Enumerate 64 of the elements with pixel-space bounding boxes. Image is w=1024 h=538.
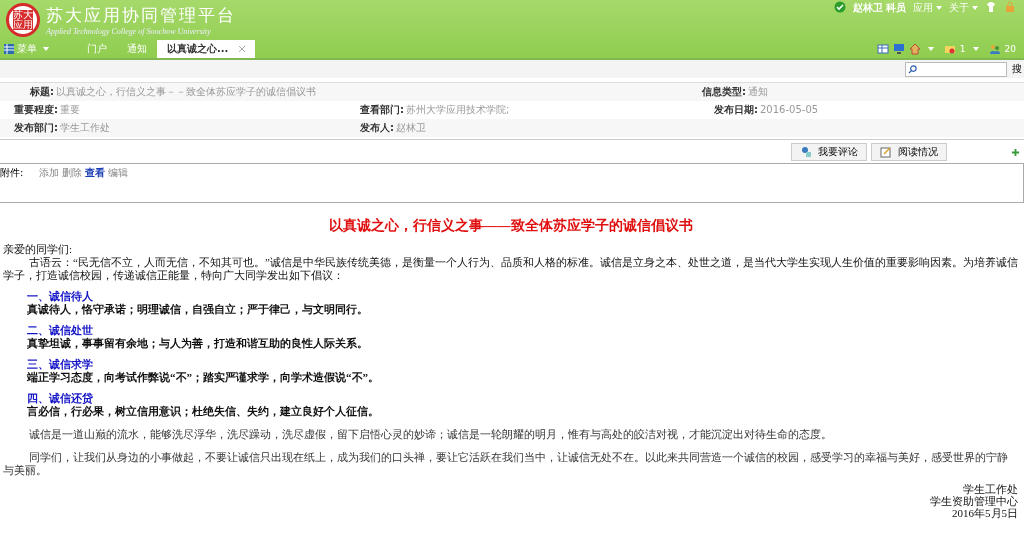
comment-icon <box>800 146 812 158</box>
article-title: 以真诚之心，行信义之事——致全体苏应学子的诚信倡议书 <box>327 217 694 235</box>
table-icon[interactable] <box>876 43 889 55</box>
caret-icon[interactable] <box>972 6 978 10</box>
section-heading: 四、诚信还贷 <box>27 392 93 405</box>
close-icon[interactable] <box>239 46 246 52</box>
online-count: 20 <box>1004 44 1016 54</box>
field-label: 查看部门: <box>360 104 404 115</box>
attachment-link[interactable]: 删除 <box>62 166 82 180</box>
caret-icon[interactable] <box>927 47 934 51</box>
section-heading: 三、诚信求学 <box>27 358 94 371</box>
shirt-icon[interactable] <box>985 1 997 13</box>
search-icon <box>908 64 917 74</box>
app-subtitle: Applied Technology College of Soochow University <box>46 27 212 36</box>
lock-icon[interactable] <box>1004 1 1016 13</box>
field-label: 标题: <box>30 86 54 97</box>
check-icon[interactable] <box>833 1 846 13</box>
paragraph: 诚信是一道山巅的流水，能够洗尽浮华，洗尽躁动，洗尽虚假，留下启悟心灵的妙谛；诚信是一轮朗耀的明月，惟有与高处的皎洁对视，才能沉淀出对待生命的态度。 <box>28 428 833 441</box>
attachment-link[interactable]: 编辑 <box>108 166 128 180</box>
section-text: 真挚坦诚，事事留有余地；与人为善，打造和谐互助的良性人际关系。 <box>27 337 369 350</box>
field-value: 苏州大学应用技术学院; <box>406 104 510 115</box>
field-value: 学生工作处 <box>60 122 110 133</box>
section-text: 真诚待人，恪守承诺；明理诚信，自强自立；严于律己，与文明同行。 <box>27 303 369 316</box>
edit-icon <box>880 146 892 158</box>
caret-icon[interactable] <box>43 47 49 51</box>
section-text: 言必信，行必果，树立信用意识；杜绝失信、失约，建立良好个人征信。 <box>27 405 380 418</box>
attachment-link[interactable]: 查看 <box>85 166 105 180</box>
signature-line: 学生资助管理中心 <box>930 495 1018 507</box>
monitor-icon[interactable] <box>892 43 905 55</box>
field-label: 信息类型: <box>702 86 746 97</box>
action-button[interactable]: 阅读情况 <box>871 143 947 161</box>
nav-tab[interactable]: 以真诚之心... <box>157 40 256 58</box>
logo-icon: 苏大应用 <box>6 3 40 37</box>
field-label: 附件: <box>0 166 25 180</box>
section-text: 端正学习态度，向考试作弊说“不”；踏实严谨求学，向学术造假说“不”。 <box>27 371 380 384</box>
mail-count: 1 <box>959 44 966 54</box>
caret-icon[interactable] <box>972 47 979 51</box>
field-value: 以真诚之心，行信义之事－－致全体苏应学子的诚信倡议书 <box>56 86 316 97</box>
grid-icon <box>4 44 14 54</box>
greeting: 亲爱的同学们: <box>3 243 74 256</box>
app-title: 苏大应用协同管理平台 <box>46 4 236 27</box>
section-heading: 一、诚信待人 <box>27 290 94 303</box>
field-label: 发布部门: <box>14 122 58 133</box>
caret-icon[interactable] <box>936 6 942 10</box>
field-value: 重要 <box>60 104 80 115</box>
home-icon[interactable] <box>908 43 921 55</box>
field-label: 重要程度: <box>14 104 58 115</box>
field-value: 2016-05-05 <box>760 104 819 115</box>
users-icon[interactable] <box>988 43 1001 55</box>
paragraph: 古语云：“民无信不立，人而无信，不知其可也。”诚信是中华民族传统美德，是衡量一个人行为、品质和人格的标准。诚信是立身之本、处世之道，是当代大学生实现人生价值的重要影响因素。为培养诚信学子，打造诚信校园，传递诚信正能量，特向广大同学发出如下倡议： <box>3 256 1018 282</box>
attachment-link[interactable]: 添加 <box>39 166 59 180</box>
search-field[interactable] <box>905 61 1007 77</box>
signature-line: 2016年5月5日 <box>952 507 1018 519</box>
field-label: 发布日期: <box>714 104 758 115</box>
signature-line: 学生工作处 <box>963 483 1018 495</box>
field-value: 通知 <box>748 86 768 97</box>
search-button[interactable]: 搜 <box>1010 62 1024 76</box>
mail-icon[interactable] <box>943 43 956 55</box>
paragraph: 同学们，让我们从身边的小事做起，不要让诚信只出现在纸上，成为我们的口头禅，要让它活跃在我们当中，让诚信无处不在。以此来共同营造一个诚信的校园，感受学习的幸福与美好，感受世界的宁静与美丽。 <box>3 451 1009 477</box>
plus-icon[interactable] <box>1011 147 1020 157</box>
section-heading: 二、诚信处世 <box>27 324 94 337</box>
field-value: 赵林卫 <box>396 122 426 133</box>
action-button[interactable]: 我要评论 <box>791 143 867 161</box>
field-label: 发布人: <box>360 122 394 133</box>
